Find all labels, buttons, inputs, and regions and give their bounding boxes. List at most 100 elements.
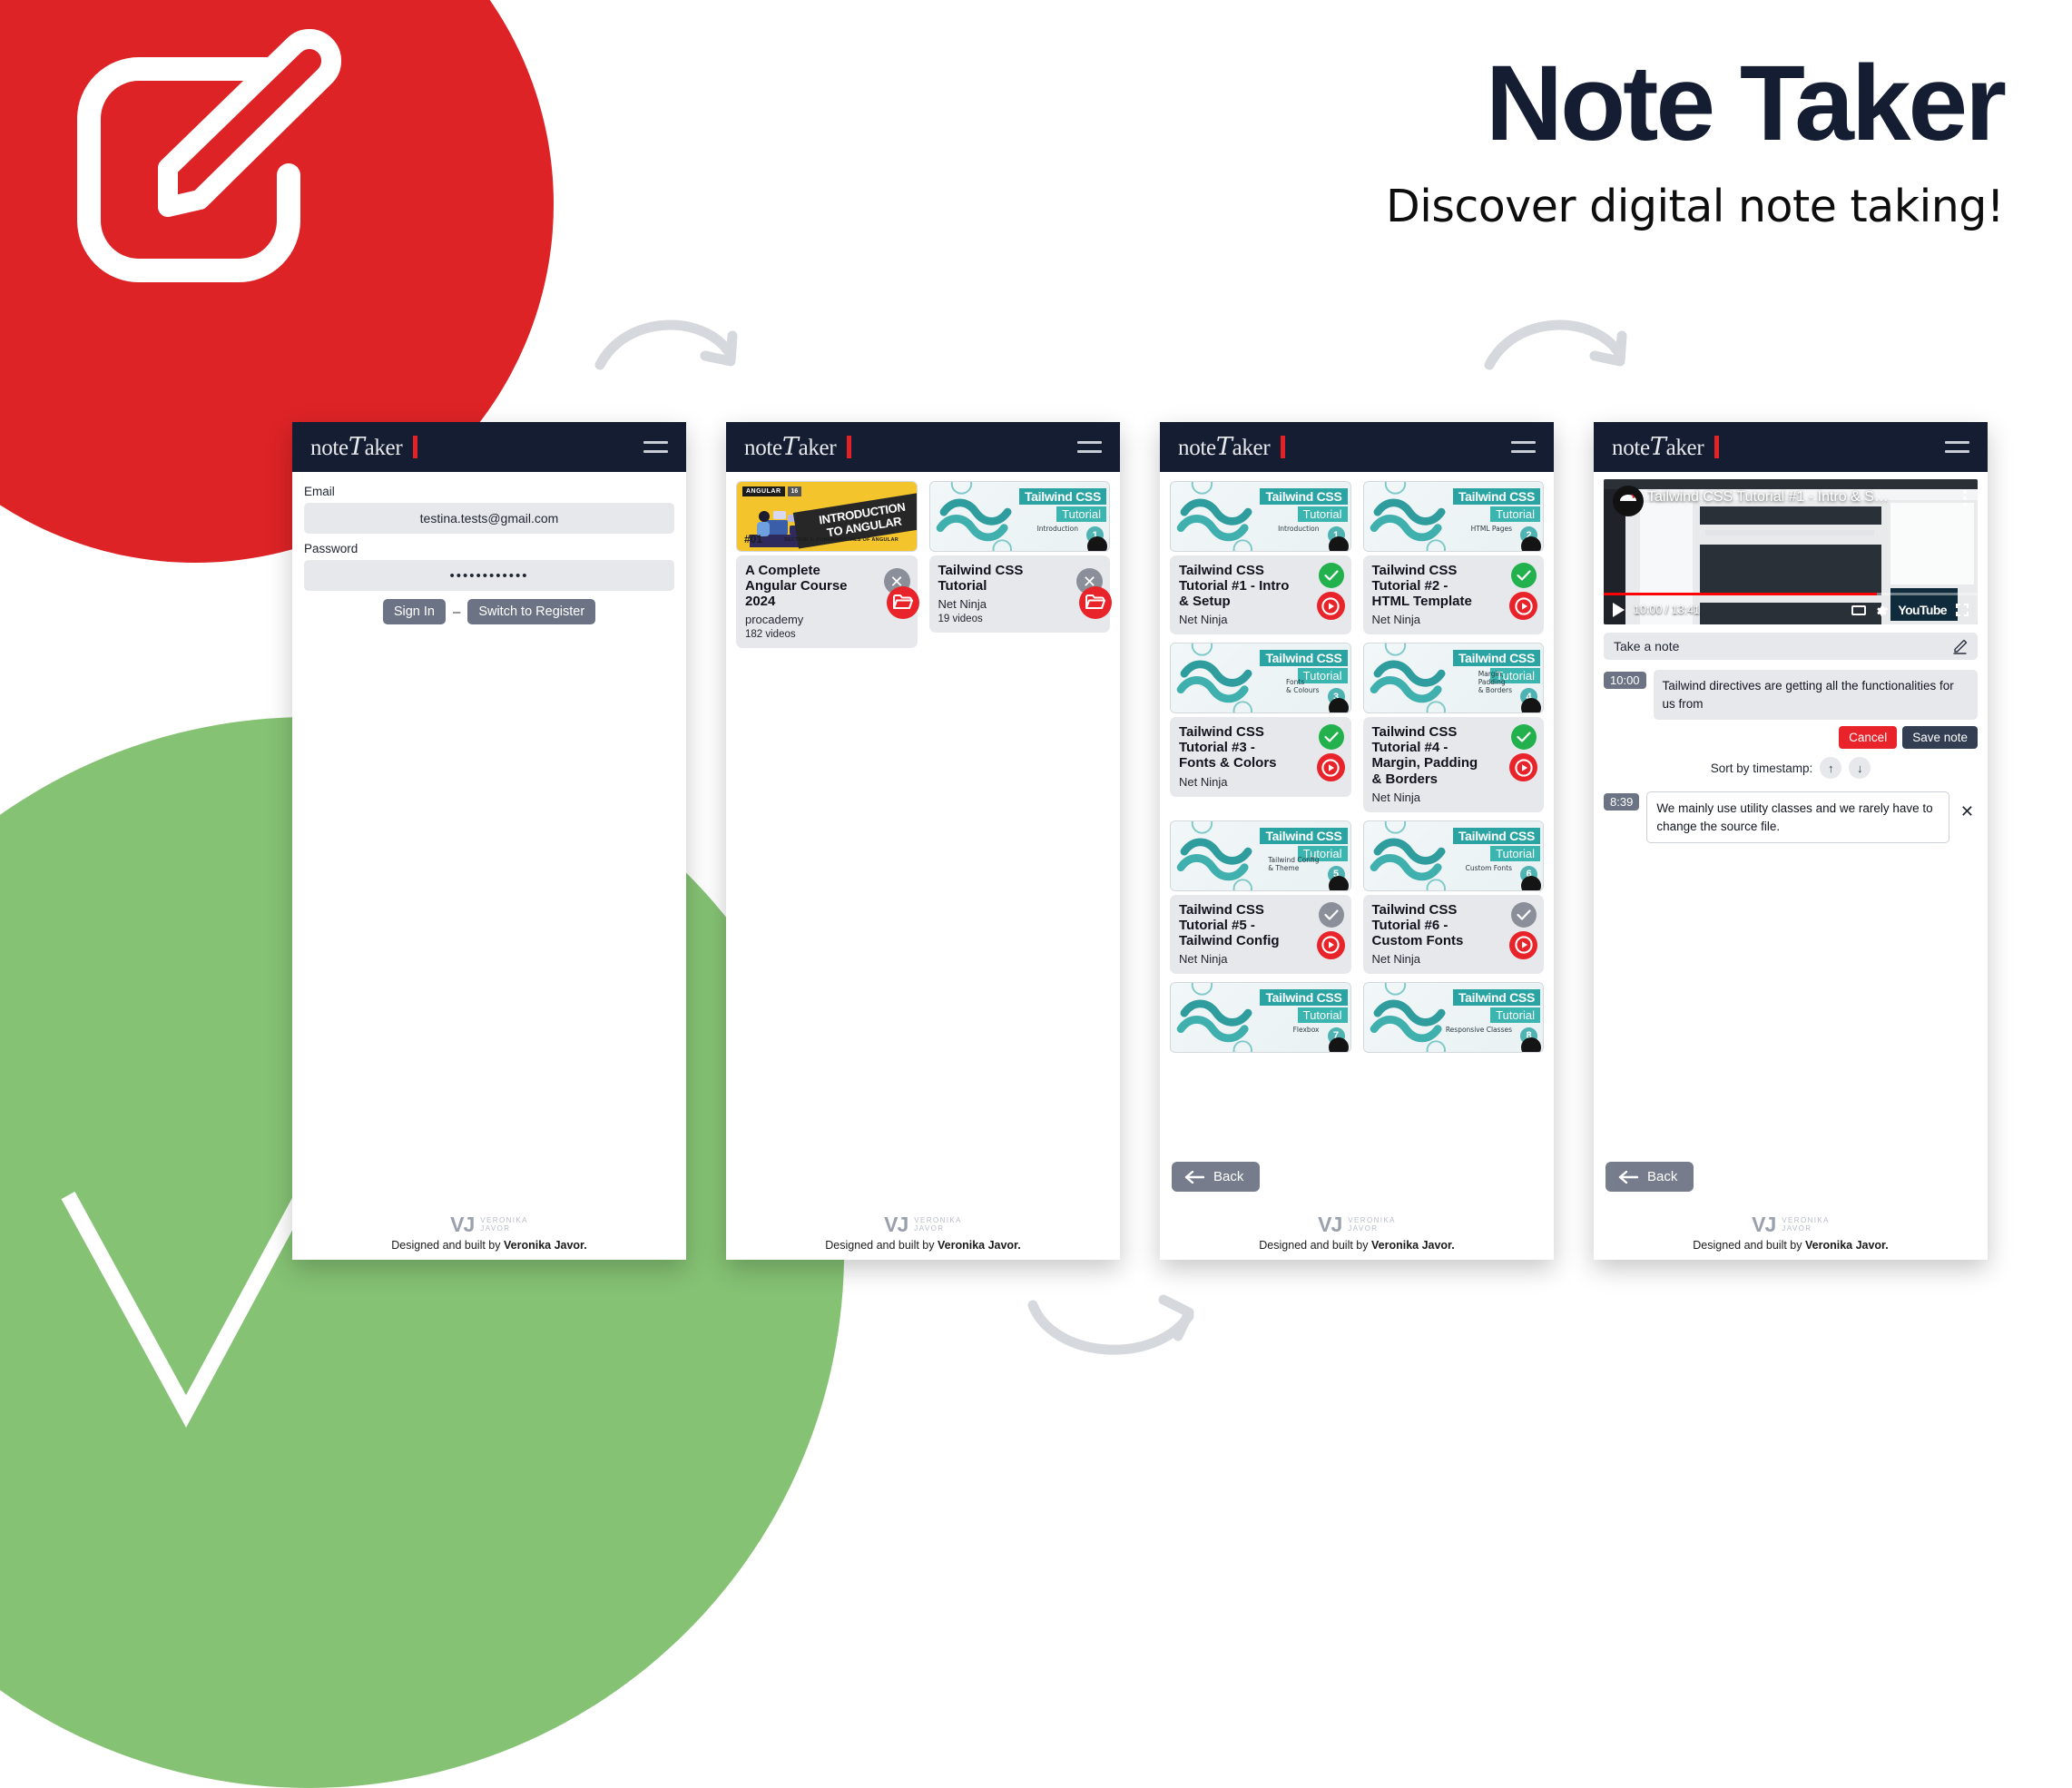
hamburger-menu-icon[interactable] xyxy=(1077,441,1102,453)
video-card[interactable]: Tailwind CSS Tutorial HTML Pages 2 Tailwind … xyxy=(1362,481,1544,635)
tailwind-brand-sub: Tutorial xyxy=(1056,506,1106,522)
gear-icon[interactable] xyxy=(1875,604,1889,617)
email-field[interactable]: testina.tests@gmail.com xyxy=(304,503,674,534)
check-circle-icon[interactable] xyxy=(1511,563,1537,588)
youtube-logo[interactable]: YouTube xyxy=(1898,603,1947,617)
back-button[interactable]: Back xyxy=(1172,1162,1261,1192)
check-circle-icon[interactable] xyxy=(1511,901,1537,928)
save-note-button[interactable]: Save note xyxy=(1902,726,1978,750)
designer-name: VERONIKA JAVOR xyxy=(1348,1215,1396,1233)
angular-tag: ANGULAR 16 xyxy=(742,486,802,496)
vj-monogram: VJ xyxy=(884,1212,908,1236)
video-card[interactable]: Tailwind CSS Tutorial Fonts & Colours 3 Tailw… xyxy=(1170,643,1351,811)
navbar: noteTaker xyxy=(726,422,1120,472)
video-title: Tailwind CSS Tutorial #3 - Fonts & Color… xyxy=(1179,724,1277,771)
tailwind-brand-sub: Tutorial xyxy=(1490,845,1540,861)
hamburger-menu-icon[interactable] xyxy=(1945,441,1969,453)
password-field[interactable]: •••••••••••• xyxy=(304,560,674,591)
tailwind-brand-sub: Tutorial xyxy=(1297,506,1348,522)
hamburger-menu-icon[interactable] xyxy=(643,441,668,453)
tailwind-brand: Tailwind CSS xyxy=(1452,988,1540,1006)
course-card[interactable]: Tailwind CSS Tutorial Introduction 1 Tai… xyxy=(928,481,1112,648)
course-title: Tailwind CSS Tutorial xyxy=(938,563,1024,594)
take-note-input[interactable]: Take a note xyxy=(1604,633,1978,660)
credit-text: Designed and built by Veronika Javor. xyxy=(391,1238,587,1252)
navbar: noteTaker xyxy=(1160,422,1554,472)
edit-square-pen-icon xyxy=(44,25,379,298)
video-timestamp: 10:00 / 13:41 xyxy=(1634,604,1700,616)
arrow-down-icon[interactable]: ↓ xyxy=(1849,757,1871,780)
course-author: procademy xyxy=(745,613,804,627)
brand-logo[interactable]: noteTaker xyxy=(744,433,852,461)
video-player[interactable]: Tailwind CSS Tutorial #1 - Intro & S… 10… xyxy=(1604,479,1978,624)
brand-logo[interactable]: noteTaker xyxy=(310,433,418,461)
switch-to-register-button[interactable]: Switch to Register xyxy=(467,599,596,624)
play-circle-icon[interactable] xyxy=(1509,930,1537,959)
brand-name: noteTaker xyxy=(1178,433,1271,461)
course-card[interactable]: ANGULAR 16 INTRODUCTION TO ANGULAR #01 S… xyxy=(736,481,919,649)
play-circle-icon[interactable] xyxy=(1509,592,1537,620)
brand-name: noteTaker xyxy=(744,433,837,461)
tailwind-brand: Tailwind CSS xyxy=(1260,488,1348,505)
saved-note-text[interactable]: We mainly use utility classes and we rar… xyxy=(1646,791,1949,844)
play-circle-icon[interactable] xyxy=(1316,753,1345,782)
captions-icon[interactable] xyxy=(1851,604,1867,615)
course-video-count: 19 videos xyxy=(938,614,983,625)
tailwind-brand-sub: Tutorial xyxy=(1490,506,1540,522)
net-ninja-avatar-icon xyxy=(1613,486,1644,516)
course-info: Tailwind CSS Tutorial Net Ninja 19 video… xyxy=(928,555,1112,634)
fullscreen-icon[interactable] xyxy=(1956,604,1969,616)
play-circle-icon[interactable] xyxy=(1316,592,1345,620)
video-thumbnail: Tailwind CSS Tutorial Tailwind Config & The… xyxy=(1170,820,1351,891)
play-icon[interactable] xyxy=(1613,603,1625,617)
tailwind-brand: Tailwind CSS xyxy=(1260,988,1348,1006)
flow-arrow-icon xyxy=(1026,1289,1198,1375)
video-thumbnail: Tailwind CSS Tutorial Margin, Padding & Bord… xyxy=(1362,643,1544,714)
credit-text: Designed and built by Veronika Javor. xyxy=(825,1238,1021,1252)
phone-screen-courses: noteTaker ANGULAR 16 INTRODUCTION TO ANG… xyxy=(726,422,1120,1260)
video-card[interactable]: Tailwind CSS Tutorial Introduction 1 Tailwin… xyxy=(1170,481,1351,635)
video-card[interactable]: Tailwind CSS Tutorial Flexbox 7 xyxy=(1170,981,1351,1053)
cancel-note-button[interactable]: Cancel xyxy=(1839,726,1898,750)
footer: VJ VERONIKA JAVOR Designed and built by V… xyxy=(1160,1203,1554,1260)
video-card[interactable]: Tailwind CSS Tutorial Responsive Classes 8 xyxy=(1362,981,1544,1053)
video-card[interactable]: Tailwind CSS Tutorial Tailwind Config & The… xyxy=(1170,820,1351,974)
edit-pencil-icon[interactable] xyxy=(1952,639,1968,654)
password-label: Password xyxy=(304,542,358,555)
video-author: Net Ninja xyxy=(1371,951,1420,966)
folder-open-icon[interactable] xyxy=(1079,586,1112,619)
more-vertical-icon[interactable] xyxy=(1963,490,1967,506)
note-textarea[interactable]: Tailwind directives are getting all the … xyxy=(1653,670,1978,721)
video-title: Tailwind CSS Tutorial #6 - Custom Fonts xyxy=(1371,901,1464,948)
video-thumbnail: Tailwind CSS Tutorial Custom Fonts 6 xyxy=(1362,820,1544,891)
video-topic: Responsive Classes xyxy=(1445,1025,1512,1034)
brand-logo[interactable]: noteTaker xyxy=(1178,433,1286,461)
folder-open-icon[interactable] xyxy=(886,586,919,619)
navbar: noteTaker xyxy=(292,422,686,472)
check-circle-icon[interactable] xyxy=(1318,724,1344,751)
take-note-placeholder: Take a note xyxy=(1614,639,1680,653)
arrow-up-icon[interactable]: ↑ xyxy=(1820,757,1842,780)
sign-in-button[interactable]: Sign In xyxy=(382,599,446,624)
video-author: Net Ninja xyxy=(1179,774,1228,789)
check-circle-icon[interactable] xyxy=(1318,563,1344,588)
check-circle-icon[interactable] xyxy=(1318,901,1344,928)
play-circle-icon[interactable] xyxy=(1509,753,1537,782)
designer-logo: VJ VERONIKA JAVOR xyxy=(1318,1213,1396,1237)
navbar: noteTaker xyxy=(1594,422,1988,472)
hamburger-menu-icon[interactable] xyxy=(1511,441,1536,453)
brand-logo[interactable]: noteTaker xyxy=(1612,433,1720,461)
video-card[interactable]: Tailwind CSS Tutorial Margin, Padding & Bord… xyxy=(1362,643,1544,812)
credit-text: Designed and built by Veronika Javor. xyxy=(1693,1238,1889,1252)
check-circle-icon[interactable] xyxy=(1511,724,1537,751)
phone-screen-video-list: noteTaker Tailwind CSS Tutorial Introducti… xyxy=(1160,422,1554,1260)
video-title: Tailwind CSS Tutorial #1 - Intro & Setup xyxy=(1179,563,1290,610)
play-circle-icon[interactable] xyxy=(1316,930,1345,959)
close-icon[interactable]: ✕ xyxy=(1957,802,1978,821)
video-topic: Introduction xyxy=(1036,525,1078,533)
course-author: Net Ninja xyxy=(938,597,987,612)
video-card[interactable]: Tailwind CSS Tutorial Custom Fonts 6 Tailwin… xyxy=(1362,820,1544,974)
video-author: Net Ninja xyxy=(1179,613,1228,627)
footer: VJ VERONIKA JAVOR Designed and built by V… xyxy=(1594,1203,1988,1260)
back-button[interactable]: Back xyxy=(1606,1162,1694,1192)
